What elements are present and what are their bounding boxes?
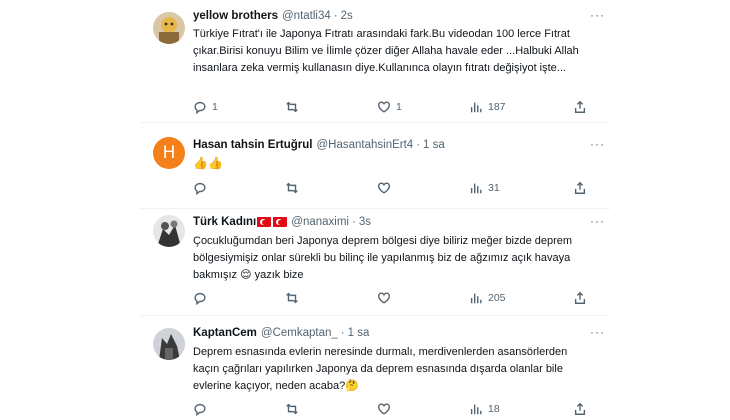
analytics-icon [470, 102, 482, 113]
more-options-icon[interactable]: ··· [590, 325, 605, 339]
retweet-icon [286, 292, 298, 304]
avatar[interactable] [153, 215, 185, 247]
reply-button[interactable] [193, 181, 212, 195]
display-name[interactable]: Hasan tahsin Ertuğrul [193, 139, 313, 151]
tweet-3[interactable]: Türk Kadını @nanaximi · 3s ··· Çocukluğu… [0, 209, 730, 315]
avatar[interactable] [153, 12, 185, 44]
share-button[interactable] [573, 100, 587, 114]
reply-icon [194, 403, 206, 416]
turkey-flag-icon [257, 217, 272, 227]
view-count: 187 [488, 101, 506, 113]
retweet-icon [286, 403, 298, 415]
like-button[interactable] [377, 291, 396, 305]
tweet-header: KaptanCem @Cemkaptan_ · 1 sa [193, 327, 369, 339]
user-handle[interactable]: @HasantahsinErt4 [317, 139, 414, 151]
reply-button[interactable] [193, 291, 212, 305]
separator-dot: · [340, 327, 345, 339]
tweet-4[interactable]: KaptanCem @Cemkaptan_ · 1 sa ··· Deprem … [0, 316, 730, 420]
avatar[interactable] [153, 328, 185, 360]
heart-icon [378, 403, 390, 415]
analytics-icon [470, 404, 482, 415]
timestamp[interactable]: 3s [359, 216, 371, 228]
views-button[interactable]: 31 [469, 181, 500, 195]
separator-dot: · [416, 139, 421, 151]
display-name[interactable]: KaptanCem [193, 327, 257, 339]
retweet-button[interactable] [285, 181, 304, 195]
tweet-actions: 18 [193, 402, 593, 418]
tweet-header: Türk Kadını @nanaximi · 3s [193, 216, 371, 228]
view-count: 18 [488, 403, 500, 415]
reply-icon [194, 101, 206, 114]
views-button[interactable]: 205 [469, 291, 506, 305]
turkey-flag-icon [273, 217, 288, 227]
separator-dot: · [333, 10, 338, 22]
retweet-button[interactable] [285, 291, 304, 305]
view-count: 205 [488, 292, 506, 304]
heart-icon [378, 101, 390, 113]
more-options-icon[interactable]: ··· [590, 8, 605, 22]
like-button[interactable] [377, 181, 396, 195]
timestamp[interactable]: 2s [341, 10, 353, 22]
tweet-text: Deprem esnasında evlerin neresinde durma… [193, 346, 568, 392]
share-button[interactable] [573, 402, 587, 416]
user-handle[interactable]: @nanaximi [291, 216, 349, 228]
tweet-header: yellow brothers @ntatli34 · 2s [193, 10, 353, 22]
tweet-actions: 1 1 187 [193, 100, 593, 116]
views-button[interactable]: 187 [469, 100, 506, 114]
analytics-icon [470, 293, 482, 304]
heart-icon [378, 292, 390, 304]
retweet-button[interactable] [285, 100, 304, 114]
view-count: 31 [488, 182, 500, 194]
share-button[interactable] [573, 181, 587, 195]
more-options-icon[interactable]: ··· [590, 214, 605, 228]
share-icon [574, 181, 586, 194]
timestamp[interactable]: 1 sa [423, 139, 445, 151]
reply-icon [194, 182, 206, 195]
display-name[interactable]: Türk Kadını [193, 216, 256, 228]
tweet-text: 👍👍 [193, 156, 223, 170]
like-button[interactable] [377, 402, 396, 416]
heart-icon [378, 182, 390, 194]
reply-count: 1 [212, 101, 218, 113]
separator-dot: · [351, 216, 356, 228]
tweet-text: Türkiye Fıtrat'ı ile Japonya Fıtratı ara… [193, 28, 579, 74]
retweet-icon [286, 182, 298, 194]
user-handle[interactable]: @ntatli34 [282, 10, 331, 22]
retweet-icon [286, 101, 298, 113]
share-button[interactable] [573, 291, 587, 305]
share-icon [574, 402, 586, 415]
retweet-button[interactable] [285, 402, 304, 416]
tweet-actions: 31 [193, 181, 593, 197]
like-button[interactable]: 1 [377, 100, 402, 114]
tweet-2[interactable]: H Hasan tahsin Ertuğrul @HasantahsinErt4… [0, 123, 730, 209]
tweet-actions: 205 [193, 291, 593, 307]
reply-button[interactable]: 1 [193, 100, 218, 114]
display-name[interactable]: yellow brothers [193, 10, 278, 22]
analytics-icon [470, 183, 482, 194]
reply-icon [194, 292, 206, 305]
tweet-text: Çocukluğumdan beri Japonya deprem bölges… [193, 235, 573, 281]
more-options-icon[interactable]: ··· [590, 137, 605, 151]
share-icon [574, 291, 586, 304]
avatar[interactable]: H [153, 137, 185, 169]
views-button[interactable]: 18 [469, 402, 500, 416]
share-icon [574, 100, 586, 113]
timestamp[interactable]: 1 sa [348, 327, 370, 339]
user-handle[interactable]: @Cemkaptan_ [261, 327, 338, 339]
tweet-header: Hasan tahsin Ertuğrul @HasantahsinErt4 ·… [193, 139, 445, 151]
like-count: 1 [396, 101, 402, 113]
tweet-1[interactable]: yellow brothers @ntatli34 · 2s ··· Türki… [0, 0, 730, 122]
reply-button[interactable] [193, 402, 212, 416]
